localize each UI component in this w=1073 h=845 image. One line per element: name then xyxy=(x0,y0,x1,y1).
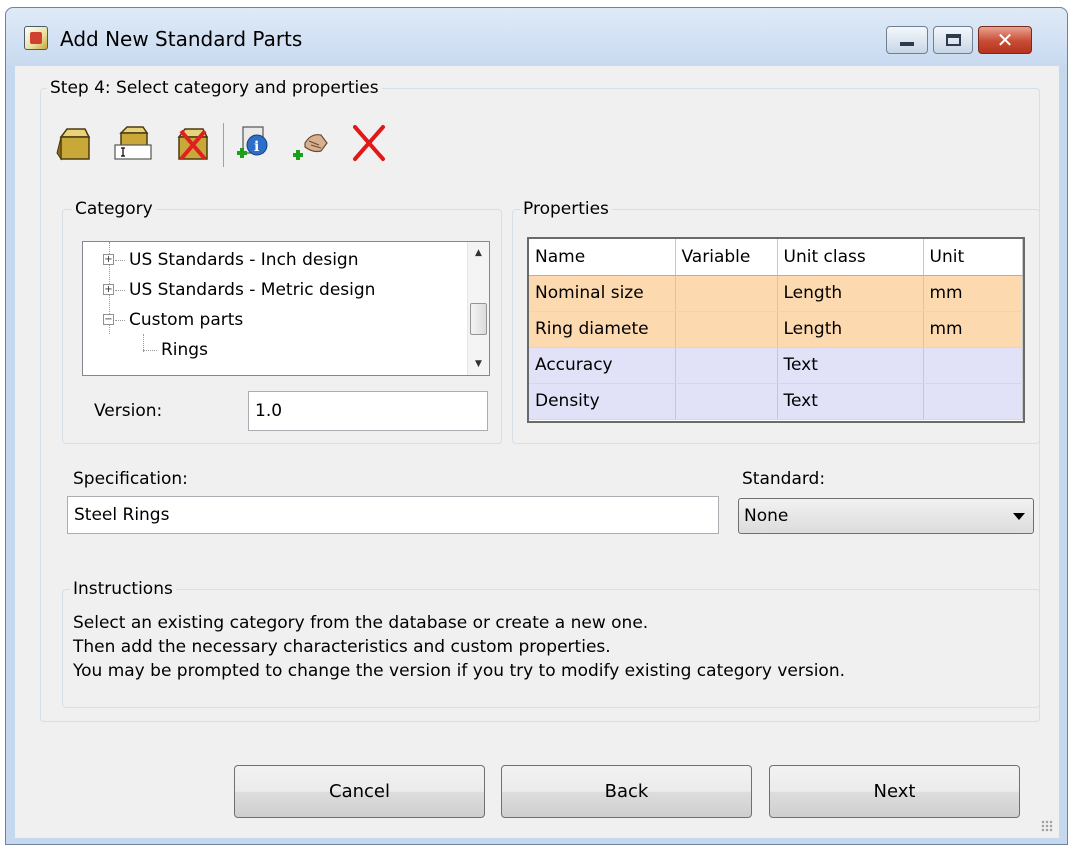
cell-name[interactable]: Density xyxy=(529,383,676,420)
scroll-down-icon[interactable]: ▼ xyxy=(468,353,489,375)
close-button[interactable]: ✕ xyxy=(978,26,1032,54)
standard-label: Standard: xyxy=(742,469,826,489)
table-row[interactable]: Accuracy Text xyxy=(529,347,1023,384)
instruction-line: Select an existing category from the dat… xyxy=(73,613,649,633)
cell-unit-class[interactable]: Text xyxy=(777,383,924,420)
back-button[interactable]: Back xyxy=(501,765,752,818)
tree-item-label: US Standards - Metric design xyxy=(129,280,376,300)
column-header-unit[interactable]: Unit xyxy=(923,239,1023,276)
app-icon xyxy=(24,26,48,50)
cell-variable[interactable] xyxy=(675,311,778,348)
category-label: Category xyxy=(72,199,156,219)
instruction-line: Then add the necessary characteristics a… xyxy=(73,637,611,657)
instructions-label: Instructions xyxy=(70,579,176,599)
cell-unit[interactable] xyxy=(923,347,1023,384)
properties-label: Properties xyxy=(520,199,612,219)
tree-connector xyxy=(115,260,125,261)
standard-dropdown[interactable]: None xyxy=(738,498,1034,534)
standard-selected-value: None xyxy=(744,506,789,526)
cell-unit[interactable]: mm xyxy=(923,311,1023,348)
cell-name[interactable]: Ring diamete xyxy=(529,311,676,348)
specification-field[interactable]: Steel Rings xyxy=(67,496,719,534)
tree-item-label: US Standards - Inch design xyxy=(129,250,359,270)
expand-icon[interactable]: + xyxy=(103,254,114,265)
minimize-button[interactable] xyxy=(886,26,928,54)
close-icon: ✕ xyxy=(996,28,1014,52)
cell-unit-class[interactable]: Length xyxy=(777,275,924,312)
cell-variable[interactable] xyxy=(675,275,778,312)
chevron-down-icon xyxy=(1013,513,1025,520)
cell-variable[interactable] xyxy=(675,347,778,384)
delete-property-icon[interactable] xyxy=(349,123,389,163)
cell-name[interactable]: Accuracy xyxy=(529,347,676,384)
tree-connector xyxy=(115,320,125,321)
column-header-unit-class[interactable]: Unit class xyxy=(777,239,924,276)
add-property-icon[interactable]: i xyxy=(233,123,273,163)
minimize-icon xyxy=(900,42,914,46)
grid-header-row: Name Variable Unit class Unit xyxy=(529,239,1023,276)
toolbar: i xyxy=(55,123,435,167)
resize-grip-icon[interactable] xyxy=(1041,820,1053,832)
properties-grid[interactable]: Name Variable Unit class Unit Nominal si… xyxy=(527,237,1025,423)
tree-connector xyxy=(143,350,157,351)
toolbar-separator xyxy=(223,123,224,167)
new-category-icon[interactable] xyxy=(55,123,95,163)
cell-name[interactable]: Nominal size xyxy=(529,275,676,312)
dialog-client-area: Step 4: Select category and properties i… xyxy=(15,66,1059,838)
add-custom-property-icon[interactable] xyxy=(291,123,331,163)
cell-unit[interactable]: mm xyxy=(923,275,1023,312)
tree-scrollbar[interactable]: ▲ ▼ xyxy=(467,242,489,375)
table-row[interactable]: Ring diamete Length mm xyxy=(529,311,1023,348)
svg-text:i: i xyxy=(254,139,259,155)
column-header-variable[interactable]: Variable xyxy=(675,239,778,276)
title-bar[interactable]: Add New Standard Parts ✕ xyxy=(6,8,1067,66)
window-title: Add New Standard Parts xyxy=(60,27,303,51)
collapse-icon[interactable]: − xyxy=(103,314,114,325)
table-row[interactable]: Nominal size Length mm xyxy=(529,275,1023,312)
cell-unit[interactable] xyxy=(923,383,1023,420)
cancel-button[interactable]: Cancel xyxy=(234,765,485,818)
version-field[interactable]: 1.0 xyxy=(248,391,488,431)
version-label: Version: xyxy=(94,401,163,421)
next-button[interactable]: Next xyxy=(769,765,1020,818)
tree-connector xyxy=(115,290,125,291)
rename-category-icon[interactable] xyxy=(113,123,153,163)
expand-icon[interactable]: + xyxy=(103,284,114,295)
tree-item-label: Custom parts xyxy=(129,310,244,330)
step-label: Step 4: Select category and properties xyxy=(47,78,382,98)
dialog-window: Add New Standard Parts ✕ Step 4: Select … xyxy=(5,7,1068,845)
tree-item-label: Rings xyxy=(161,340,208,360)
category-tree[interactable]: + US Standards - Inch design + US Standa… xyxy=(82,241,490,376)
scroll-up-icon[interactable]: ▲ xyxy=(468,242,489,264)
cell-unit-class[interactable]: Length xyxy=(777,311,924,348)
maximize-icon xyxy=(946,34,961,46)
delete-category-icon[interactable] xyxy=(173,123,213,163)
cell-variable[interactable] xyxy=(675,383,778,420)
scroll-thumb[interactable] xyxy=(470,303,487,335)
cell-unit-class[interactable]: Text xyxy=(777,347,924,384)
table-row[interactable]: Density Text xyxy=(529,383,1023,420)
specification-label: Specification: xyxy=(73,469,188,489)
instruction-line: You may be prompted to change the versio… xyxy=(73,661,846,681)
column-header-name[interactable]: Name xyxy=(529,239,676,276)
maximize-button[interactable] xyxy=(933,26,973,54)
